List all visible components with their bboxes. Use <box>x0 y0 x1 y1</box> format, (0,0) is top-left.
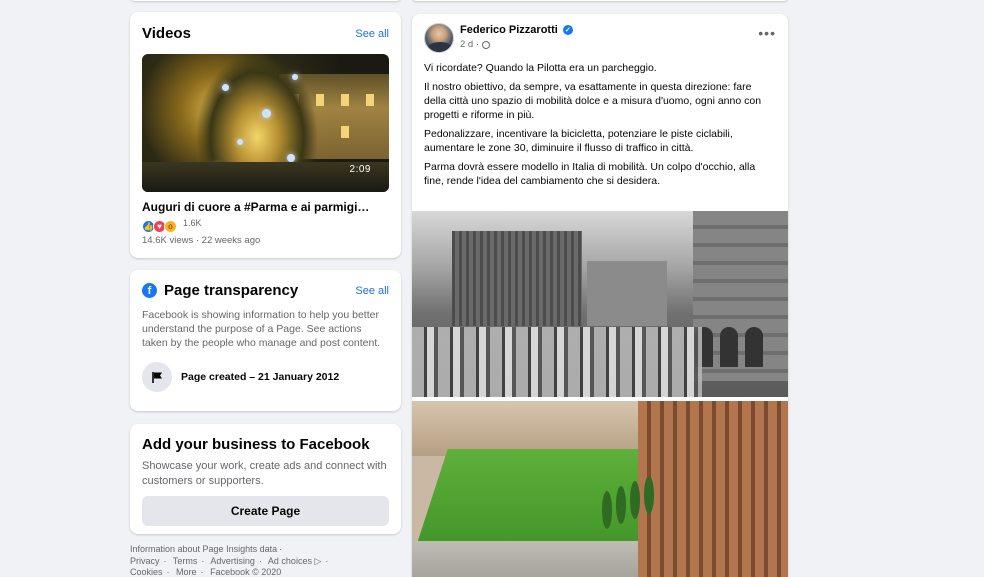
copyright: Facebook © 2020 <box>210 567 282 577</box>
wow-icon: o <box>164 219 177 233</box>
video-reactions[interactable]: 👍 ♥ o 1.6K <box>142 218 389 233</box>
transparency-description: Facebook is showing information to help … <box>142 309 381 349</box>
flag-icon <box>142 362 172 392</box>
terms-link[interactable]: Terms <box>173 556 198 566</box>
page-created-row: Page created – 21 January 2012 <box>142 362 389 392</box>
more-icon[interactable]: ••• <box>758 25 776 41</box>
page-insights-link[interactable]: Information about Page Insights data <box>130 544 277 554</box>
videos-card: Videos See all 2:09 Auguri di cuore a #P… <box>130 12 401 258</box>
post-photo-pilotta-garden[interactable] <box>412 401 788 577</box>
business-description: Showcase your work, create ads and conne… <box>142 460 387 487</box>
transparency-title: Page transparency <box>164 282 299 299</box>
previous-card-bottom <box>130 0 401 1</box>
post-timestamp[interactable]: 2 d · <box>460 39 479 50</box>
ad-choices-icon: ▷ <box>314 555 322 566</box>
video-duration: 2:09 <box>349 164 371 175</box>
post-text: Vi ricordate? Quando la Pilotta era un p… <box>412 53 788 188</box>
video-meta: 14.6K views · 22 weeks ago <box>142 235 261 246</box>
post-paragraph: Parma dovrà essere modello in Italia di … <box>424 161 756 187</box>
ad-choices-link[interactable]: Ad choices <box>268 556 312 566</box>
footer-links: Information about Page Insights data · Pr… <box>130 544 329 577</box>
page-transparency-card: f Page transparency See all Facebook is … <box>130 270 401 411</box>
globe-icon <box>482 40 491 49</box>
video-thumbnail[interactable]: 2:09 <box>142 54 389 192</box>
create-page-button[interactable]: Create Page <box>142 496 389 526</box>
fb-logo-icon: f <box>142 283 157 298</box>
advertising-link[interactable]: Advertising <box>210 556 255 566</box>
privacy-link[interactable]: Privacy <box>130 556 160 566</box>
post-card: Federico Pizzarotti ✓ 2 d · ••• Vi ricor… <box>412 14 788 577</box>
post-author[interactable]: Federico Pizzarotti <box>460 24 558 36</box>
previous-post-bottom <box>412 0 788 1</box>
transparency-see-all-link[interactable]: See all <box>355 285 389 297</box>
post-paragraph: Il nostro obiettivo, da sempre, va esatt… <box>424 81 762 121</box>
videos-header: Videos See all <box>142 25 389 42</box>
post-header: Federico Pizzarotti ✓ 2 d · ••• <box>412 14 788 53</box>
business-title: Add your business to Facebook <box>142 436 370 453</box>
page-created-text: Page created – 21 January 2012 <box>181 371 340 383</box>
add-business-card: Add your business to Facebook Showcase y… <box>130 424 401 534</box>
avatar[interactable] <box>424 23 454 53</box>
videos-see-all-link[interactable]: See all <box>355 28 389 40</box>
more-link[interactable]: More <box>176 567 197 577</box>
video-title[interactable]: Auguri di cuore a #Parma e ai parmigi… <box>142 200 389 214</box>
post-paragraph: Pedonalizzare, incentivare la bicicletta… <box>424 128 733 154</box>
post-photo-old-parking[interactable] <box>412 211 788 397</box>
videos-title: Videos <box>142 25 191 42</box>
verified-icon: ✓ <box>562 25 573 35</box>
cookies-link[interactable]: Cookies <box>130 567 163 577</box>
reaction-count: 1.6K <box>183 218 202 228</box>
post-paragraph: Vi ricordate? Quando la Pilotta era un p… <box>424 62 657 74</box>
